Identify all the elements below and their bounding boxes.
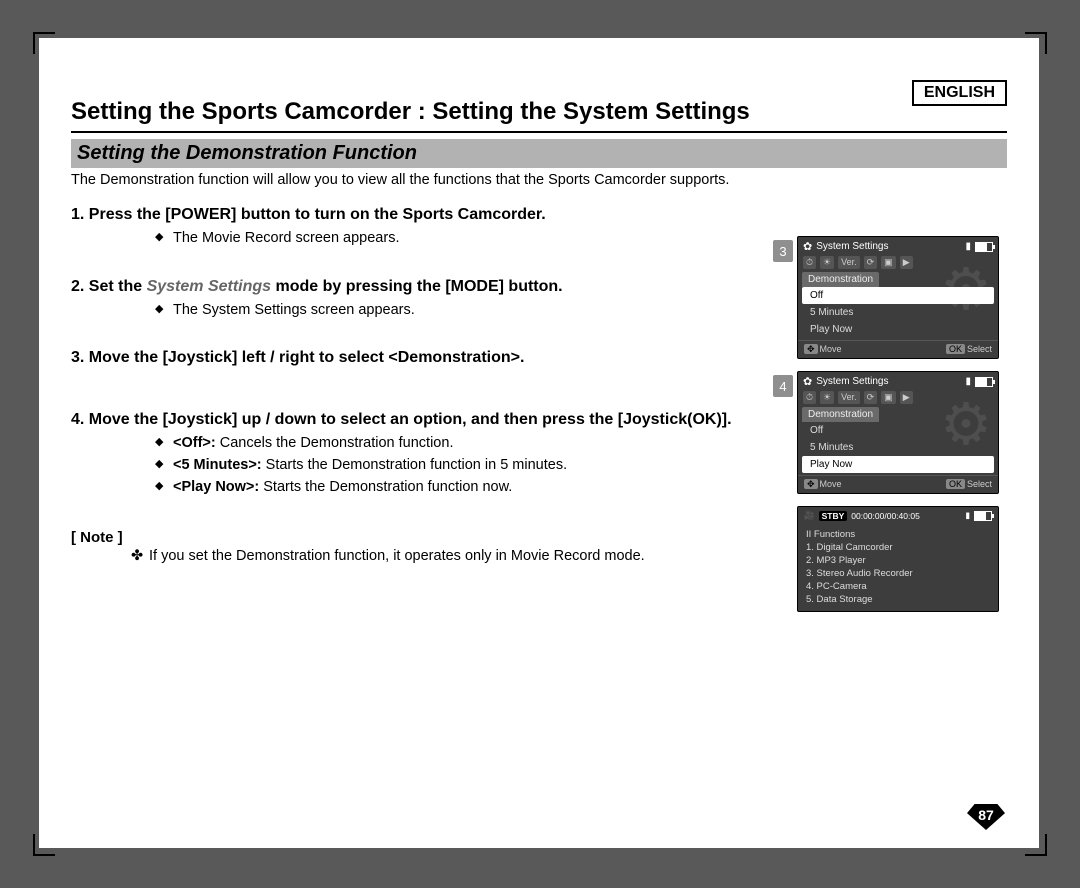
- list-item: If you set the Demonstration function, i…: [131, 548, 751, 564]
- step-2: 2. Set the System Settings mode by press…: [71, 278, 751, 296]
- list-item: 2. MP3 Player: [798, 554, 998, 567]
- list-item: <Off>: Cancels the Demonstration functio…: [155, 433, 751, 455]
- list-item: The Movie Record screen appears.: [155, 228, 751, 250]
- step-4: 4. Move the [Joystick] up / down to sele…: [71, 411, 751, 429]
- screenshot-3: 3 ⚙ ✿System Settings▮ ⏱☀Ver.⟳▣▶ Demonstr…: [797, 236, 1007, 359]
- lcd-option: 5 Minutes: [802, 304, 994, 321]
- step-4-sub: <Off>: Cancels the Demonstration functio…: [115, 433, 751, 498]
- step-2-sub: The System Settings screen appears.: [115, 300, 751, 322]
- language-badge: ENGLISH: [912, 80, 1007, 106]
- battery-icon: [975, 377, 993, 387]
- lcd-footer: ✥Move OKSelect: [798, 475, 998, 493]
- page-number: 87: [967, 804, 1005, 830]
- lcd-title: System Settings: [816, 241, 888, 252]
- lcd-option: 5 Minutes: [802, 439, 994, 456]
- lcd-footer: ✥Move OKSelect: [798, 340, 998, 358]
- note-list: If you set the Demonstration function, i…: [91, 548, 751, 564]
- gear-icon: ✿: [803, 240, 812, 253]
- screenshot-functions: 🎥 STBY00:00:00/00:40:05 ▮ II Functions 1. …: [797, 506, 1007, 612]
- screenshot-number: 3: [773, 240, 793, 262]
- section-subtitle: Setting the Demonstration Function: [71, 139, 1007, 168]
- list-item: 3. Stereo Audio Recorder: [798, 567, 998, 580]
- icon-row: ⏱☀Ver.⟳▣▶: [798, 256, 998, 272]
- divider: [71, 131, 1007, 133]
- lcd-option-selected: Play Now: [802, 456, 994, 473]
- page-title: Setting the Sports Camcorder : Setting t…: [71, 98, 1007, 127]
- lcd-option-selected: Off: [802, 287, 994, 304]
- list-item: The System Settings screen appears.: [155, 300, 751, 322]
- list-item: 5. Data Storage: [798, 593, 998, 611]
- list-item: <5 Minutes>: Starts the Demonstration fu…: [155, 455, 751, 477]
- battery-icon: [975, 242, 993, 252]
- lcd-title: System Settings: [816, 376, 888, 387]
- camera-icon: 🎥: [804, 510, 815, 521]
- list-item: <Play Now>: Starts the Demonstration fun…: [155, 477, 751, 499]
- list-item: 4. PC-Camera: [798, 580, 998, 593]
- battery-icon: [974, 511, 992, 521]
- stby-badge: STBY: [819, 511, 848, 521]
- card-icon: ▮: [965, 241, 971, 252]
- card-icon: ▮: [965, 510, 970, 521]
- lcd-heading: II Functions: [798, 528, 998, 541]
- card-icon: ▮: [965, 376, 971, 387]
- lcd-option: Play Now: [802, 321, 994, 338]
- step-3: 3. Move the [Joystick] left / right to s…: [71, 349, 751, 367]
- icon-row: ⏱☀Ver.⟳▣▶: [798, 391, 998, 407]
- step-1: 1. Press the [POWER] button to turn on t…: [71, 206, 751, 224]
- lcd-tab: Demonstration: [802, 407, 879, 422]
- screenshot-number: 4: [773, 375, 793, 397]
- screenshot-4: 4 ⚙ ✿System Settings▮ ⏱☀Ver.⟳▣▶ Demonstr…: [797, 371, 1007, 494]
- lcd-option: Off: [802, 422, 994, 439]
- note-heading: [ Note ]: [71, 529, 751, 546]
- lcd-tab: Demonstration: [802, 272, 879, 287]
- step-1-sub: The Movie Record screen appears.: [115, 228, 751, 250]
- intro-text: The Demonstration function will allow yo…: [71, 172, 1007, 188]
- timecode: 00:00:00/00:40:05: [851, 511, 920, 521]
- gear-icon: ✿: [803, 375, 812, 388]
- list-item: 1. Digital Camcorder: [798, 541, 998, 554]
